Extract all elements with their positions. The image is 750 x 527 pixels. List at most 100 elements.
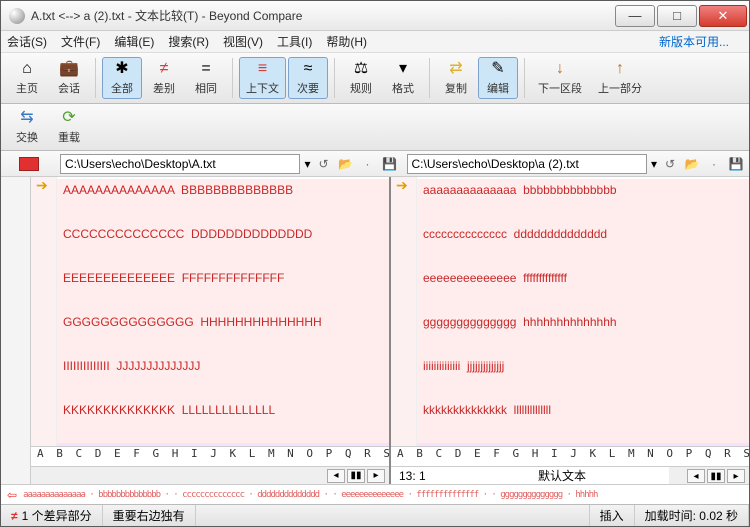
referee-icon: ⚖ (354, 60, 368, 78)
compare-area: ➔ AAAAAAAAAAAAAA BBBBBBBBBBBBBBCCCCCCCCC… (1, 177, 749, 484)
separator (95, 58, 96, 98)
dropdown-icon[interactable]: ▾ (304, 157, 310, 171)
copy-icon: ⇄ (449, 60, 462, 78)
left-text[interactable]: AAAAAAAAAAAAAA BBBBBBBBBBBBBBCCCCCCCCCCC… (57, 177, 389, 446)
prev-section-button[interactable]: ↑上一部分 (591, 57, 649, 99)
down-arrow-icon: ↓ (556, 60, 564, 78)
right-text[interactable]: aaaaaaaaaaaaaa bbbbbbbbbbbbbbccccccccccc… (417, 177, 749, 446)
status-loadtime: 加载时间: 0.02 秒 (635, 505, 749, 526)
folder-open-icon[interactable]: 📂 (683, 155, 701, 173)
edit-button[interactable]: ✎编辑 (478, 57, 518, 99)
up-arrow-icon: ↑ (616, 60, 624, 78)
right-path-area: ▾ ↺ 📂 · 💾 (403, 154, 750, 174)
diff-button[interactable]: ≠差别 (144, 57, 184, 99)
notequal-icon: ≠ (160, 60, 169, 78)
separator (232, 58, 233, 98)
arrow-icon: ➔ (391, 177, 416, 194)
separator (524, 58, 525, 98)
context-button[interactable]: ≡上下文 (239, 57, 286, 99)
left-line-gutter: ➔ (31, 177, 57, 446)
equal-icon: = (201, 60, 210, 78)
scroll-left-icon[interactable]: ◂ (687, 469, 705, 483)
minor-button[interactable]: ≈次要 (288, 57, 328, 99)
menu-tools[interactable]: 工具(I) (277, 33, 312, 50)
scroll-thumb-icon[interactable]: ▮▮ (707, 469, 725, 483)
approx-icon: ≈ (304, 60, 313, 78)
folder-open-icon[interactable]: 📂 (337, 155, 355, 173)
left-pane: ➔ AAAAAAAAAAAAAA BBBBBBBBBBBBBBCCCCCCCCC… (31, 177, 391, 484)
save-icon[interactable]: 💾 (727, 155, 745, 173)
reload-button[interactable]: ⟳重载 (49, 106, 89, 148)
app-icon (9, 8, 25, 24)
menu-edit[interactable]: 编辑(E) (114, 33, 154, 50)
window-title: A.txt <--> a (2).txt - 文本比较(T) - Beyond … (31, 7, 613, 24)
right-path-input[interactable] (407, 154, 647, 174)
pathbar: ▾ ↺ 📂 · 💾 ▾ ↺ 📂 · 💾 (1, 151, 749, 177)
status-fill (196, 505, 590, 526)
history-icon[interactable]: ↺ (315, 155, 333, 173)
home-button[interactable]: ⌂主页 (7, 57, 47, 99)
overview-gutter[interactable] (1, 177, 31, 484)
session-button[interactable]: 💼会话 (49, 57, 89, 99)
thumb-arrow-icon: ⇦ (7, 488, 17, 502)
thumbnail-strip[interactable]: ⇦ aaaaaaaaaaaaaa · bbbbbbbbbbbbbb · · cc… (1, 484, 749, 504)
left-path-input[interactable] (60, 154, 300, 174)
format-button[interactable]: ▾格式 (383, 57, 423, 99)
swap-icon: ⇆ (20, 109, 33, 127)
same-button[interactable]: =相同 (186, 57, 226, 99)
file-type: 默认文本 (530, 467, 669, 484)
toolbar: ⌂主页 💼会话 ✱全部 ≠差别 =相同 ≡上下文 ≈次要 ⚖规则 ▾格式 ⇄复制… (1, 53, 749, 104)
history-icon[interactable]: ↺ (661, 155, 679, 173)
separator (429, 58, 430, 98)
context-icon: ≡ (258, 60, 267, 78)
minimize-button[interactable]: — (615, 5, 655, 27)
left-ruler: A B C D E F G H I J K L M N O P Q R S T … (31, 446, 389, 466)
left-text-scroll[interactable]: ➔ AAAAAAAAAAAAAA BBBBBBBBBBBBBBCCCCCCCCC… (31, 177, 389, 446)
diff-flag-icon (19, 157, 39, 171)
right-hscroll[interactable]: ◂ ▮▮ ▸ (669, 467, 749, 484)
scroll-right-icon[interactable]: ▸ (727, 469, 745, 483)
right-pane: ➔ aaaaaaaaaaaaaa bbbbbbbbbbbbbbccccccccc… (391, 177, 749, 484)
menubar: 会话(S) 文件(F) 编辑(E) 搜索(R) 视图(V) 工具(I) 帮助(H… (1, 31, 749, 53)
menu-view[interactable]: 视图(V) (223, 33, 263, 50)
right-line-gutter: ➔ (391, 177, 417, 446)
titlebar[interactable]: A.txt <--> a (2).txt - 文本比较(T) - Beyond … (1, 1, 749, 31)
right-text-scroll[interactable]: ➔ aaaaaaaaaaaaaa bbbbbbbbbbbbbbccccccccc… (391, 177, 749, 446)
reload-icon: ⟳ (62, 109, 75, 127)
update-link[interactable]: 新版本可用... (659, 33, 729, 50)
briefcase-icon: 💼 (59, 60, 79, 78)
menu-session[interactable]: 会话(S) (7, 33, 47, 50)
left-hscroll[interactable]: ◂ ▮▮ ▸ (31, 466, 389, 484)
right-ruler: A B C D E F G H I J K L M N O P Q R S T … (391, 446, 749, 466)
dropdown-icon[interactable]: ▾ (651, 157, 657, 171)
menu-file[interactable]: 文件(F) (61, 33, 100, 50)
swap-button[interactable]: ⇆交换 (7, 106, 47, 148)
menu-search[interactable]: 搜索(R) (168, 33, 209, 50)
close-button[interactable]: ✕ (699, 5, 747, 27)
status-diffs: ≠1 个差异部分 (1, 505, 103, 526)
cursor-pos: 13: 1 (391, 467, 530, 484)
scroll-thumb-icon[interactable]: ▮▮ (347, 469, 365, 483)
all-button[interactable]: ✱全部 (102, 57, 142, 99)
toolbar-row2: ⇆交换 ⟳重载 (1, 104, 749, 151)
scroll-left-icon[interactable]: ◂ (327, 469, 345, 483)
copy-button[interactable]: ⇄复制 (436, 57, 476, 99)
next-section-button[interactable]: ↓下一区段 (531, 57, 589, 99)
status-insert: 插入 (590, 505, 635, 526)
arrow-icon: ➔ (31, 177, 56, 194)
pencil-icon: ✎ (491, 60, 504, 78)
format-icon: ▾ (399, 60, 407, 78)
home-icon: ⌂ (22, 60, 32, 78)
thumb-text: aaaaaaaaaaaaaa · bbbbbbbbbbbbbb · · cccc… (23, 490, 597, 500)
rules-button[interactable]: ⚖规则 (341, 57, 381, 99)
save-icon[interactable]: 💾 (381, 155, 399, 173)
sep-icon: · (359, 155, 377, 173)
status-unique: 重要右边独有 (103, 505, 196, 526)
maximize-button[interactable]: □ (657, 5, 697, 27)
scroll-right-icon[interactable]: ▸ (367, 469, 385, 483)
menu-help[interactable]: 帮助(H) (326, 33, 367, 50)
app-window: A.txt <--> a (2).txt - 文本比较(T) - Beyond … (0, 0, 750, 527)
right-info-row: 13: 1 默认文本 ◂ ▮▮ ▸ (391, 466, 749, 484)
sep-icon: · (705, 155, 723, 173)
asterisk-icon: ✱ (115, 60, 128, 78)
